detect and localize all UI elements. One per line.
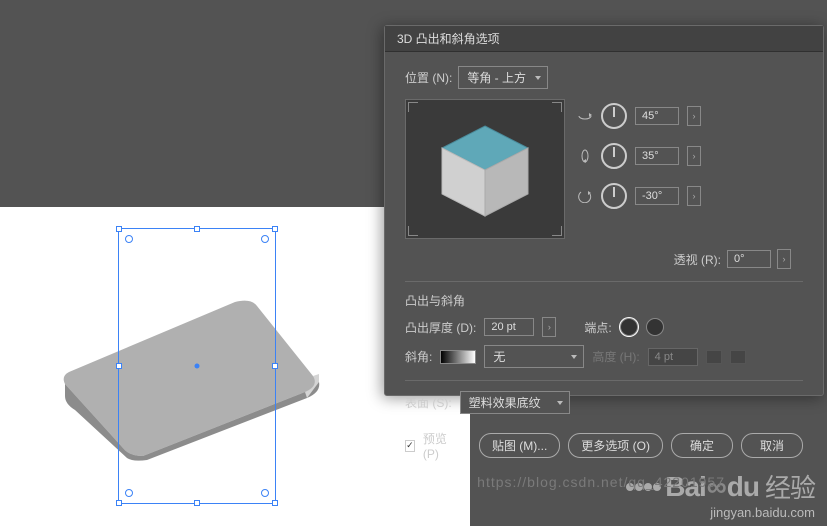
perspective-label: 透视 (R): [674,251,721,268]
resize-handle-mr[interactable] [272,363,278,369]
extrude-depth-stepper[interactable]: › [542,317,556,337]
watermark-suffix: 经验 [765,468,815,505]
dialog-3d-extrude-bevel: 3D 凸出和斜角选项 位置 (N): 等角 - 上方 [384,25,824,396]
cancel-button[interactable]: 取消 [741,433,803,458]
bevel-height-label: 高度 (H): [592,348,639,365]
bevel-value: 无 [493,350,505,364]
bevel-dropdown[interactable]: 无 [484,345,584,368]
preview-label: 预览 (P) [423,430,457,461]
preview-corner-br [552,226,562,236]
position-value: 等角 - 上方 [467,71,526,85]
rotation-cube-preview[interactable] [405,99,565,239]
position-label: 位置 (N): [405,69,452,86]
rotate-x-icon [577,109,593,123]
rotate-x-dial[interactable] [601,103,627,129]
rotate-y-input[interactable]: 35° [635,147,679,165]
position-dropdown[interactable]: 等角 - 上方 [458,66,548,89]
more-options-button[interactable]: 更多选项 (O) [568,433,663,458]
cap-off-button[interactable] [646,318,664,336]
bevel-height-input: 4 pt [648,348,698,366]
preview-corner-bl [408,226,418,236]
cap-label: 端点: [584,319,611,336]
resize-handle-ml[interactable] [116,363,122,369]
corner-widget-bl[interactable] [125,489,133,497]
rotate-z-icon [577,189,593,203]
rotate-z-stepper[interactable]: › [687,186,701,206]
surface-value: 塑料效果底纹 [469,396,541,410]
selection-center[interactable] [195,364,200,369]
watermark-url-behind: https://blog.csdn.net/qq_42201957 [477,474,725,490]
bevel-extent-out-icon [730,350,746,364]
rotate-y-stepper[interactable]: › [687,146,701,166]
rotate-x-stepper[interactable]: › [687,106,701,126]
resize-handle-bc[interactable] [194,500,200,506]
corner-widget-tr[interactable] [261,235,269,243]
resize-handle-bl[interactable] [116,500,122,506]
rotate-y-icon [577,149,593,163]
rotate-y-dial[interactable] [601,143,627,169]
perspective-stepper[interactable]: › [777,249,791,269]
extrude-depth-input[interactable]: 20 pt [484,318,534,336]
surface-dropdown[interactable]: 塑料效果底纹 [460,391,570,414]
rotate-z-input[interactable]: -30° [635,187,679,205]
resize-handle-tl[interactable] [116,226,122,232]
preview-corner-tl [408,102,418,112]
dialog-title-text: 3D 凸出和斜角选项 [397,32,500,46]
corner-widget-br[interactable] [261,489,269,497]
selection-bounding-box[interactable] [118,228,276,504]
dialog-titlebar[interactable]: 3D 凸出和斜角选项 [385,26,823,52]
watermark: https://blog.csdn.net/qq_42201957 Bai∞du… [626,468,815,520]
extrude-depth-label: 凸出厚度 (D): [405,319,476,336]
perspective-input[interactable]: 0° [727,250,771,268]
surface-label: 表面 (S): [405,394,452,411]
ok-button[interactable]: 确定 [671,433,733,458]
preview-checkbox[interactable]: ✓ [405,440,415,452]
resize-handle-tr[interactable] [272,226,278,232]
resize-handle-br[interactable] [272,500,278,506]
rotate-x-input[interactable]: 45° [635,107,679,125]
resize-handle-tc[interactable] [194,226,200,232]
bevel-label: 斜角: [405,348,432,365]
bevel-extent-in-icon [706,350,722,364]
watermark-sub: jingyan.baidu.com [626,505,815,520]
cube-icon [430,114,540,224]
rotate-z-dial[interactable] [601,183,627,209]
preview-corner-tr [552,102,562,112]
divider-1 [405,281,803,282]
divider-2 [405,380,803,381]
cap-on-button[interactable] [620,318,638,336]
map-art-button[interactable]: 贴图 (M)... [479,433,560,458]
watermark-brand2: du [727,471,759,503]
extrude-section-title: 凸出与斜角 [405,292,803,309]
bevel-swatch [440,350,476,364]
corner-widget-tl[interactable] [125,235,133,243]
